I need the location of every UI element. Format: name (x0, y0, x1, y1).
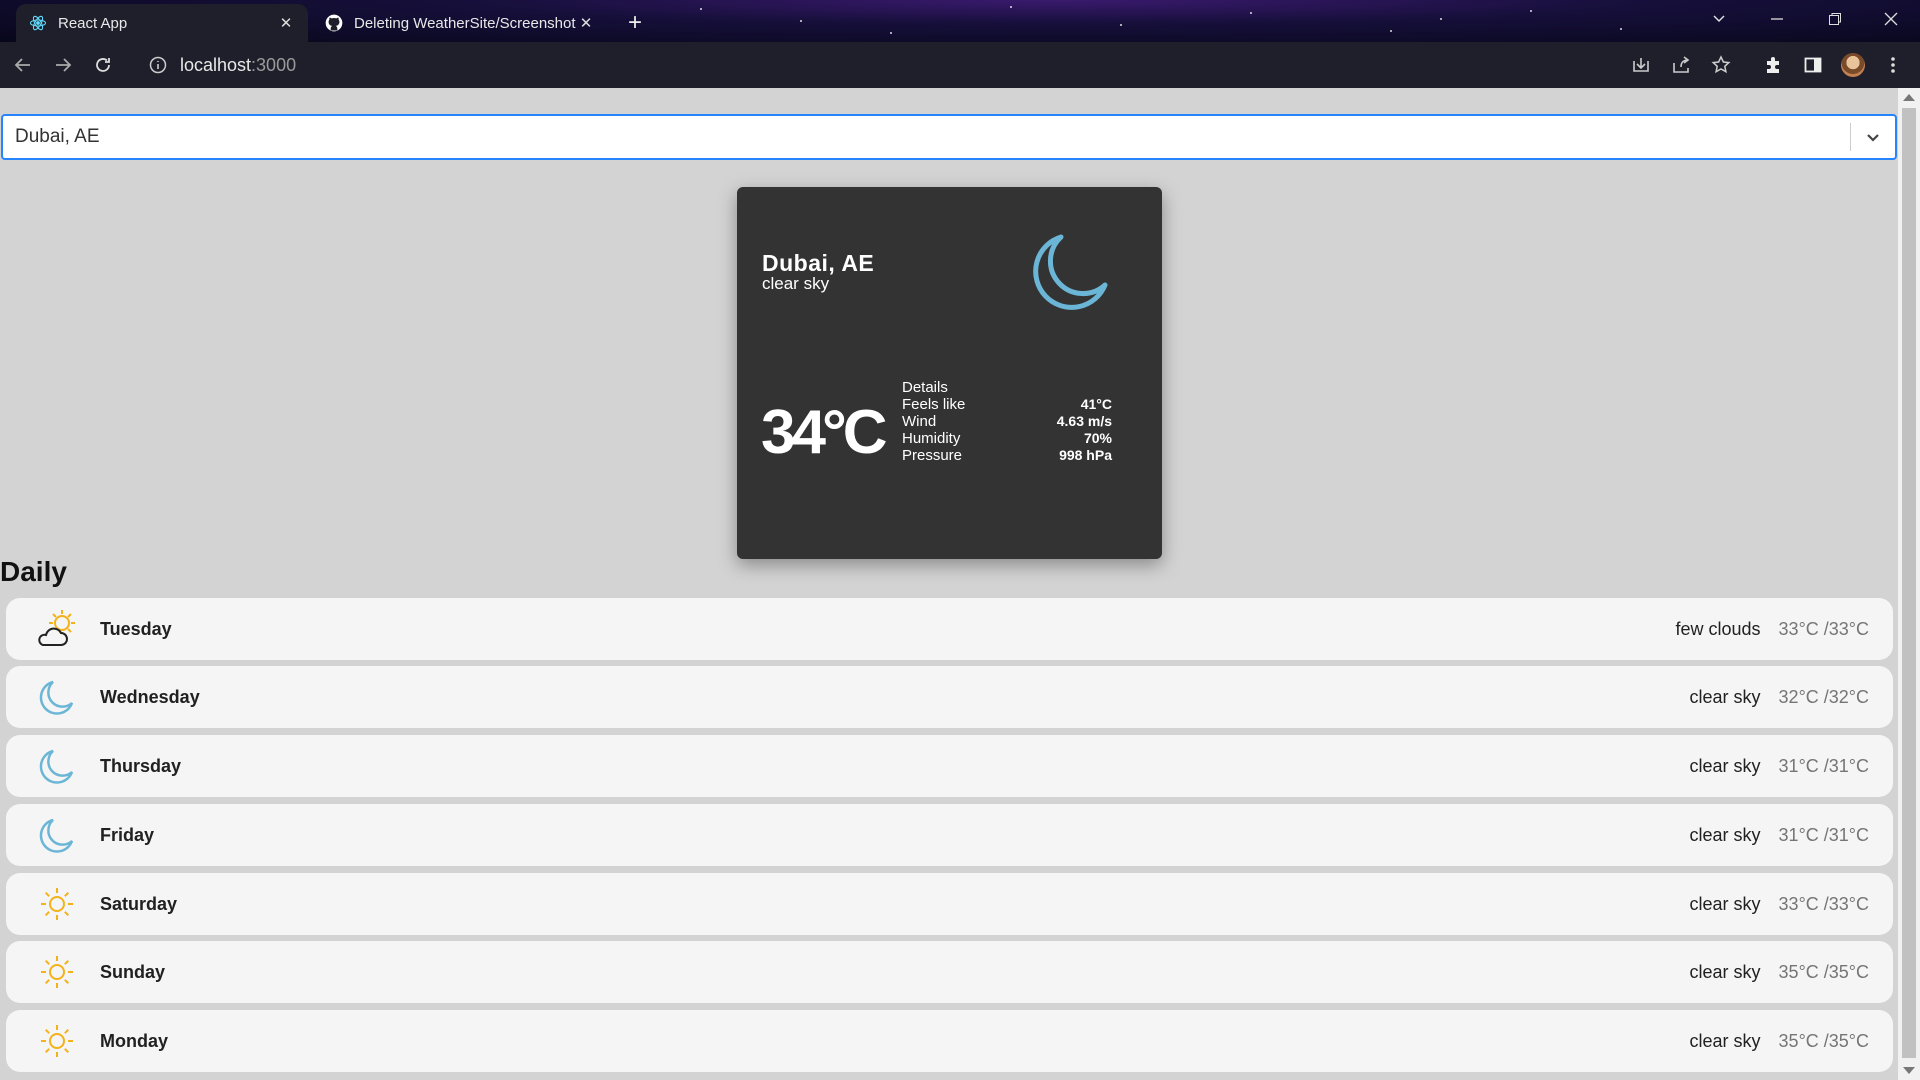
tab-github[interactable]: Deleting WeatherSite/Screenshot ✕ (312, 4, 608, 42)
day-description: clear sky (1689, 1030, 1761, 1051)
detail-label: Humidity (902, 430, 961, 447)
day-description: clear sky (1689, 686, 1761, 707)
day-temperature: 33°C /33°C (1778, 618, 1869, 639)
detail-row: Feels like 41°C (902, 396, 1112, 413)
day-name: Tuesday (100, 618, 172, 639)
details-table: Details Feels like 41°C Wind 4.63 m/s Hu… (902, 379, 1112, 464)
moon-icon (34, 674, 80, 720)
minimize-button[interactable] (1748, 0, 1806, 38)
daily-item-saturday[interactable]: Saturday clear sky 33°C /33°C (6, 873, 1893, 935)
partly-cloudy-icon (34, 606, 80, 652)
reload-button[interactable] (86, 48, 120, 82)
daily-heading: Daily (0, 556, 67, 587)
day-name: Thursday (100, 755, 182, 776)
address-bar-row: localhost:3000 (0, 42, 1920, 88)
install-icon[interactable] (1624, 48, 1658, 82)
scroll-up-icon[interactable] (1903, 94, 1915, 101)
detail-row: Pressure 998 hPa (902, 447, 1112, 464)
tab-react-app[interactable]: React App ✕ (16, 4, 308, 42)
sun-icon (34, 949, 80, 995)
daily-item-wednesday[interactable]: Wednesday clear sky 32°C /32°C (6, 666, 1893, 728)
menu-kebab-icon[interactable] (1876, 48, 1910, 82)
daily-item-sunday[interactable]: Sunday clear sky 35°C /35°C (6, 941, 1893, 1003)
day-description: clear sky (1689, 824, 1761, 845)
bookmark-star-icon[interactable] (1704, 48, 1738, 82)
tab-strip: React App ✕ Deleting WeatherSite/Screens… (0, 0, 1920, 42)
current-temperature: 34°C (761, 398, 888, 467)
detail-label: Wind (902, 413, 937, 430)
react-icon (28, 13, 48, 33)
search-input[interactable]: Dubai, AE (3, 126, 1850, 148)
city-name: Dubai, AE (762, 250, 875, 276)
page-scrollbar[interactable] (1898, 88, 1920, 1080)
day-description: clear sky (1689, 893, 1761, 914)
page-viewport: Dubai, AE Dubai, AE clear sky 34°C Detai… (0, 88, 1920, 1080)
day-description: clear sky (1689, 755, 1761, 776)
detail-row: Humidity 70% (902, 430, 1112, 447)
day-name: Wednesday (100, 686, 200, 707)
side-panel-icon[interactable] (1796, 48, 1830, 82)
detail-value: 998 hPa (1059, 447, 1112, 463)
day-temperature: 33°C /33°C (1778, 893, 1869, 914)
day-temperature: 35°C /35°C (1778, 1030, 1869, 1051)
share-icon[interactable] (1664, 48, 1698, 82)
day-name: Monday (100, 1030, 169, 1051)
day-temperature: 32°C /32°C (1778, 686, 1869, 707)
day-description: clear sky (1689, 961, 1761, 982)
tab-search-icon[interactable] (1690, 0, 1748, 38)
detail-value: 41°C (1080, 396, 1112, 412)
city-search-select[interactable]: Dubai, AE (1, 114, 1897, 160)
day-name: Saturday (100, 893, 178, 914)
daily-item-monday[interactable]: Monday clear sky 35°C /35°C (6, 1010, 1893, 1072)
daily-item-thursday[interactable]: Thursday clear sky 31°C /31°C (6, 735, 1893, 797)
close-tab-icon[interactable]: ✕ (576, 13, 596, 33)
weather-description: clear sky (762, 274, 830, 293)
sun-icon (34, 1018, 80, 1064)
day-temperature: 31°C /31°C (1778, 824, 1869, 845)
new-tab-button[interactable]: + (620, 8, 650, 38)
close-window-button[interactable] (1862, 0, 1920, 38)
detail-row: Wind 4.63 m/s (902, 413, 1112, 430)
info-icon[interactable] (148, 55, 168, 75)
close-tab-icon[interactable]: ✕ (276, 13, 296, 33)
detail-value: 70% (1083, 430, 1112, 446)
detail-label: Feels like (902, 396, 966, 413)
extensions-icon[interactable] (1756, 48, 1790, 82)
day-description: few clouds (1675, 618, 1761, 639)
detail-label: Pressure (902, 447, 963, 464)
daily-item-friday[interactable]: Friday clear sky 31°C /31°C (6, 804, 1893, 866)
daily-item-tuesday[interactable]: Tuesday few clouds 33°C /33°C (6, 598, 1893, 660)
back-button[interactable] (6, 48, 40, 82)
details-label: Details (902, 379, 948, 396)
moon-icon (34, 743, 80, 789)
day-name: Sunday (100, 961, 166, 982)
sun-icon (34, 881, 80, 927)
day-name: Friday (100, 824, 155, 845)
moon-icon (34, 812, 80, 858)
scrollbar-thumb[interactable] (1902, 108, 1916, 1058)
github-icon (324, 13, 344, 33)
forward-button[interactable] (46, 48, 80, 82)
current-weather-card: Dubai, AE clear sky 34°C Details Feels l… (737, 187, 1162, 559)
detail-value: 4.63 m/s (1056, 413, 1112, 429)
restore-button[interactable] (1806, 0, 1864, 38)
day-temperature: 35°C /35°C (1778, 961, 1869, 982)
url-field[interactable]: localhost:3000 (136, 46, 1576, 84)
tab-title: Deleting WeatherSite/Screenshot (354, 14, 576, 32)
scroll-down-icon[interactable] (1903, 1067, 1915, 1074)
tab-title: React App (58, 14, 128, 32)
url-host: localhost (180, 54, 252, 75)
profile-avatar[interactable] (1836, 48, 1870, 82)
url-port: :3000 (251, 54, 297, 75)
moon-icon (1033, 234, 1108, 310)
chevron-down-icon[interactable] (1851, 116, 1895, 158)
day-temperature: 31°C /31°C (1778, 755, 1869, 776)
